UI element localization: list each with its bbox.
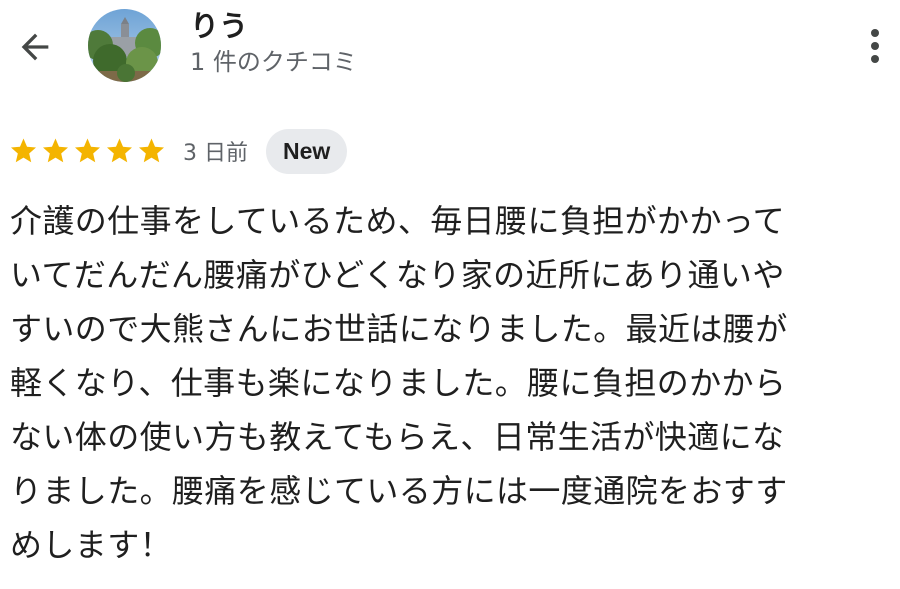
avatar-photo	[88, 9, 161, 82]
review-count: 1 件のクチコミ	[190, 48, 357, 76]
star-icon	[139, 138, 164, 163]
more-options-button[interactable]	[858, 22, 892, 70]
review-header: りう 1 件のクチコミ	[0, 0, 900, 100]
more-vert-icon-dot	[871, 29, 879, 37]
star-icon	[11, 138, 36, 163]
user-name[interactable]: りう	[190, 8, 248, 44]
more-vert-icon-dot	[871, 55, 879, 63]
star-rating	[8, 136, 167, 166]
more-vert-icon-dot	[871, 42, 879, 50]
arrow-back-icon	[21, 33, 49, 61]
review-time: 3 日前	[183, 141, 248, 166]
star-icon	[43, 138, 68, 163]
review-text: 介護の仕事をしているため、毎日腰に負担がかかって いてだんだん腰痛がひどくなり家…	[10, 202, 788, 564]
avatar[interactable]	[88, 9, 161, 82]
star-icon	[107, 138, 132, 163]
back-button[interactable]	[12, 24, 58, 70]
new-badge: New	[266, 128, 348, 174]
star-icon	[75, 138, 100, 163]
review-meta: 3 日前 New	[8, 128, 348, 174]
